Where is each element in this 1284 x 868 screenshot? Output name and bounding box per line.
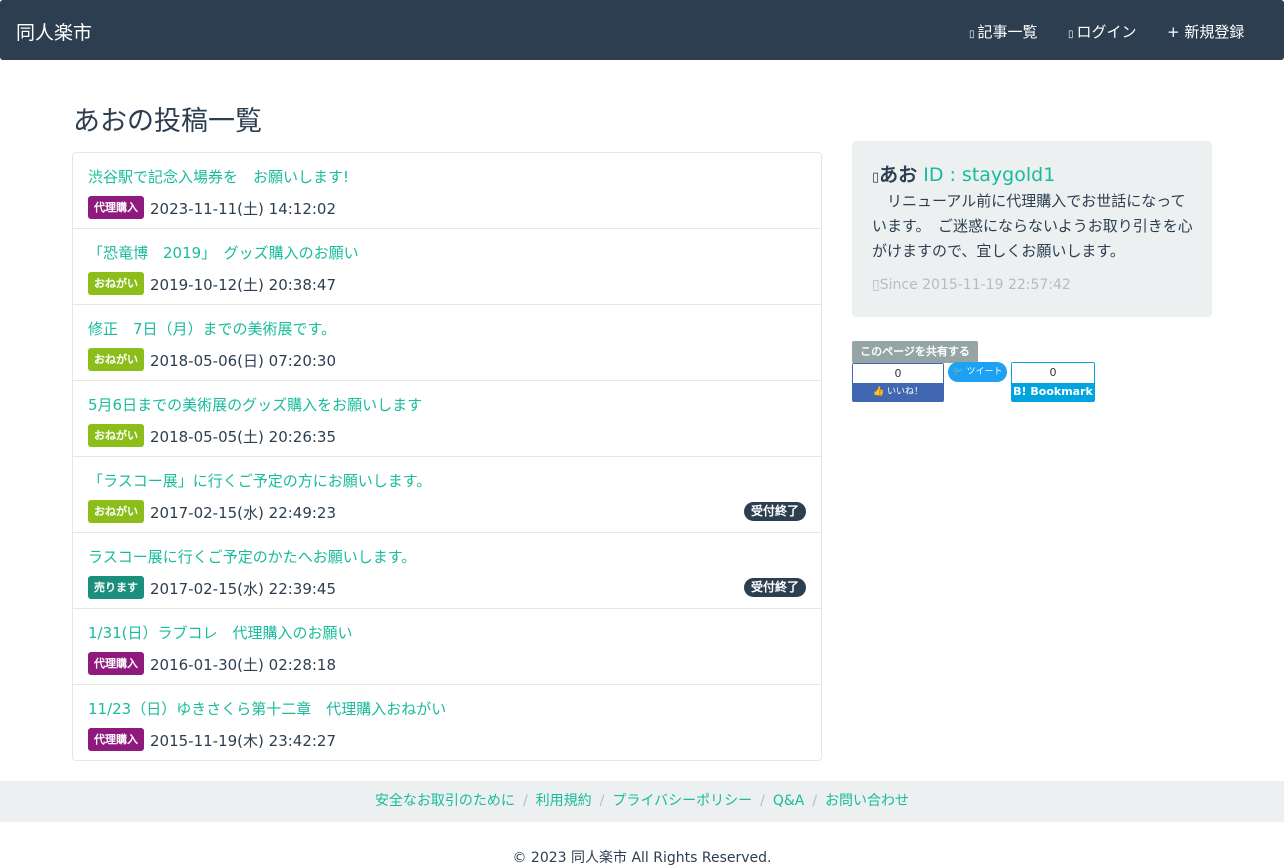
footer-link-qa[interactable]: Q&A bbox=[773, 793, 805, 809]
facebook-like: 👍 いいね！ bbox=[853, 383, 943, 401]
list-icon: ▯ bbox=[969, 29, 975, 40]
footer-link-safety[interactable]: 安全なお取引のために bbox=[375, 793, 515, 809]
post-category-badge: おねがい bbox=[88, 500, 144, 523]
post-row: 修正 7日（月）までの美術展です。 おねがい 2018-05-06(日) 07:20… bbox=[73, 305, 821, 381]
closed-badge: 受付終了 bbox=[743, 502, 806, 521]
post-row: 11/23（日）ゆきさくら第十二章 代理購入おねがい 代理購入 2015-11-19… bbox=[73, 685, 821, 761]
post-date: 2018-05-05(土) 20:26:35 bbox=[150, 428, 337, 446]
separator: / bbox=[522, 793, 528, 809]
post-row: 5月6日までの美術展のグッズ購入をお願いします おねがい 2018-05-05(土)… bbox=[73, 381, 821, 457]
post-list: 渋谷駅で記念入場券を お願いします! 代理購入 2023-11-11(土) 14:1… bbox=[72, 152, 822, 761]
tweet-label: ツイート bbox=[966, 367, 1003, 377]
profile-bio: リニューアル前に代理購入でお世話になっています。 ご迷惑にならないようお取り引き… bbox=[872, 192, 1193, 260]
nav-register[interactable]: + 新規登録 bbox=[1167, 21, 1244, 42]
profile-panel: ▯あお ID : staygold1 リニューアル前に代理購入でお世話になってい… bbox=[852, 141, 1212, 317]
facebook-count: 0 bbox=[853, 364, 943, 383]
facebook-like-label: いいね！ bbox=[887, 387, 924, 397]
post-date: 2023-11-11(土) 14:12:02 bbox=[150, 200, 337, 218]
nav-label: ログイン bbox=[1076, 23, 1137, 41]
post-row: 「恐竜博 2019」 グッズ購入のお願い おねがい 2019-10-12(土) 20… bbox=[73, 229, 821, 305]
post-date: 2018-05-06(日) 07:20:30 bbox=[150, 352, 337, 370]
brand-logo[interactable]: 同人楽市 bbox=[16, 18, 92, 45]
post-row: 1/31(日）ラブコレ 代理購入のお願い 代理購入 2016-01-30(土) 02… bbox=[73, 609, 821, 685]
facebook-like-button[interactable]: 0 👍 いいね！ bbox=[852, 363, 944, 402]
copyright: © 2023 同人楽市 All Rights Reserved. bbox=[512, 850, 772, 866]
nav-label: 記事一覧 bbox=[977, 23, 1038, 41]
profile-name: あお bbox=[879, 164, 918, 186]
hatena-bookmark-button[interactable]: 0 B! Bookmark bbox=[1011, 362, 1095, 402]
post-category-badge: 代理購入 bbox=[88, 728, 144, 751]
footer-link-terms[interactable]: 利用規約 bbox=[536, 793, 592, 809]
post-category-badge: 代理購入 bbox=[88, 652, 144, 675]
post-category-badge: おねがい bbox=[88, 348, 144, 371]
separator: / bbox=[812, 793, 818, 809]
twitter-bird-icon: 🐦 bbox=[952, 367, 964, 377]
post-title-link[interactable]: 11/23（日）ゆきさくら第十二章 代理購入おねがい bbox=[88, 698, 446, 719]
hatena-bookmark-label: B! Bookmark bbox=[1012, 383, 1094, 401]
profile-header: ▯あお ID : staygold1 bbox=[872, 160, 1055, 187]
post-category-badge: 代理購入 bbox=[88, 196, 144, 219]
post-date: 2019-10-12(土) 20:38:47 bbox=[150, 276, 337, 294]
share-label: このページを共有する bbox=[852, 341, 978, 363]
post-category-badge: 売ります bbox=[88, 576, 144, 599]
post-row: 「ラスコー展」に行くご予定の方にお願いします。 おねがい 2017-02-15(水)… bbox=[73, 457, 821, 533]
post-category-badge: おねがい bbox=[88, 272, 144, 295]
nav-label: + 新規登録 bbox=[1167, 23, 1245, 41]
thumbs-up-icon: 👍 bbox=[872, 387, 885, 397]
post-row: 渋谷駅で記念入場券を お願いします! 代理購入 2023-11-11(土) 14:1… bbox=[73, 153, 821, 229]
profile-id: ID : staygold1 bbox=[923, 164, 1056, 186]
post-date: 2016-01-30(土) 02:28:18 bbox=[150, 656, 337, 674]
nav-login[interactable]: ▯ ログイン bbox=[1068, 21, 1137, 42]
post-title-link[interactable]: ラスコー展に行くご予定のかたへお願いします。 bbox=[88, 546, 416, 567]
post-title-link[interactable]: 「ラスコー展」に行くご予定の方にお願いします。 bbox=[88, 470, 431, 491]
nav-article-list[interactable]: ▯ 記事一覧 bbox=[969, 21, 1038, 42]
post-date: 2017-02-15(水) 22:49:23 bbox=[150, 504, 337, 522]
post-date: 2015-11-19(木) 23:42:27 bbox=[150, 732, 337, 750]
post-title-link[interactable]: 1/31(日）ラブコレ 代理購入のお願い bbox=[88, 622, 353, 643]
footer-links: 安全なお取引のために / 利用規約 / プライバシーポリシー / Q&A / お問い合わせ bbox=[0, 781, 1284, 822]
separator: / bbox=[760, 793, 765, 809]
tweet-button[interactable]: 🐦 ツイート bbox=[948, 362, 1007, 382]
post-date: 2017-02-15(水) 22:39:45 bbox=[150, 580, 337, 598]
post-category-badge: おねがい bbox=[88, 424, 144, 447]
clock-icon: ▯ bbox=[872, 277, 880, 293]
post-title-link[interactable]: 修正 7日（月）までの美術展です。 bbox=[88, 318, 336, 339]
post-title-link[interactable]: 渋谷駅で記念入場券を お願いします! bbox=[88, 166, 349, 187]
closed-badge: 受付終了 bbox=[743, 578, 806, 597]
page-title: あおの投稿一覧 bbox=[73, 106, 262, 137]
post-title-link[interactable]: 5月6日までの美術展のグッズ購入をお願いします bbox=[88, 394, 422, 415]
separator: / bbox=[599, 793, 605, 809]
profile-since: ▯Since 2015-11-19 22:57:42 bbox=[872, 277, 1071, 293]
footer-link-contact[interactable]: お問い合わせ bbox=[825, 793, 909, 809]
navbar: 同人楽市 ▯ 記事一覧 ▯ ログイン + 新規登録 bbox=[0, 0, 1284, 60]
post-title-link[interactable]: 「恐竜博 2019」 グッズ購入のお願い bbox=[88, 242, 359, 263]
since-text: Since 2015-11-19 22:57:42 bbox=[879, 277, 1071, 293]
hatena-count: 0 bbox=[1012, 363, 1094, 383]
post-row: ラスコー展に行くご予定のかたへお願いします。 売ります 2017-02-15(水) … bbox=[73, 533, 821, 609]
footer-link-privacy[interactable]: プライバシーポリシー bbox=[612, 793, 752, 809]
login-icon: ▯ bbox=[1068, 29, 1074, 40]
